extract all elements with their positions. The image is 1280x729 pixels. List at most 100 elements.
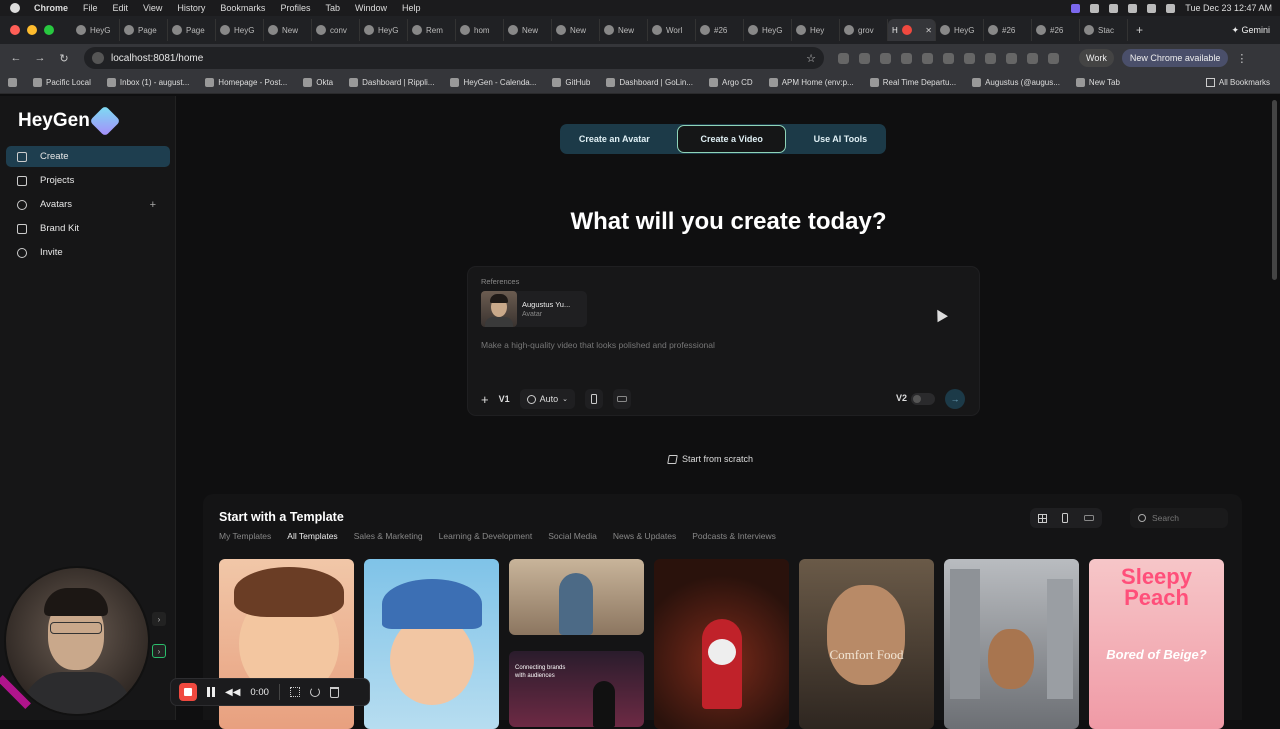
screen-recorder-icon[interactable] <box>1071 3 1081 13</box>
menu-view[interactable]: View <box>143 3 162 13</box>
bookmark-item[interactable]: GitHub <box>552 78 590 87</box>
back-icon[interactable]: ← <box>8 52 24 64</box>
pause-icon[interactable] <box>207 687 215 697</box>
restart-icon[interactable] <box>309 687 320 697</box>
status-icon[interactable] <box>1128 3 1138 13</box>
menu-help[interactable]: Help <box>402 3 421 13</box>
start-from-scratch-button[interactable]: Start from scratch <box>667 454 753 464</box>
menu-profiles[interactable]: Profiles <box>280 3 310 13</box>
menubar-clock[interactable]: Tue Dec 23 12:47 AM <box>1185 3 1272 13</box>
template-card[interactable]: Comfort Food <box>799 559 934 729</box>
bookmark-item[interactable]: Homepage - Post... <box>205 78 287 87</box>
zoom-window-button[interactable] <box>44 25 54 35</box>
sidebar-item-avatars[interactable]: Avatars + <box>6 194 170 215</box>
spotlight-icon[interactable] <box>1166 3 1176 13</box>
browser-tab[interactable]: HeyG <box>360 19 408 41</box>
portrait-aspect-button[interactable] <box>585 389 603 409</box>
browser-tab[interactable]: #26 <box>984 19 1032 41</box>
landscape-aspect-button[interactable] <box>613 389 631 409</box>
bookmark-item[interactable]: Dashboard | Rippli... <box>349 78 434 87</box>
browser-tab[interactable]: Page <box>120 19 168 41</box>
model-version-v1[interactable]: V1 <box>499 394 510 404</box>
browser-tab[interactable]: New <box>504 19 552 41</box>
template-card[interactable] <box>944 559 1079 729</box>
menu-edit[interactable]: Edit <box>113 3 129 13</box>
extension-icon[interactable] <box>859 52 870 64</box>
status-icon[interactable] <box>1109 3 1119 13</box>
tab-ai-tools[interactable]: Use AI Tools <box>804 126 878 152</box>
browser-tab[interactable]: New <box>264 19 312 41</box>
bookmark-item[interactable]: Inbox (1) - august... <box>106 78 189 87</box>
profile-button[interactable]: Work <box>1079 49 1114 67</box>
rewind-icon[interactable]: ◀◀ <box>225 687 240 698</box>
stop-recording-button[interactable] <box>179 683 197 701</box>
extension-icon[interactable] <box>964 52 975 64</box>
browser-tab[interactable]: hom <box>456 19 504 41</box>
browser-tab[interactable]: grov <box>840 19 888 41</box>
close-tab-icon[interactable]: ✕ <box>925 26 932 35</box>
tab-podcasts-interviews[interactable]: Podcasts & Interviews <box>692 531 776 541</box>
browser-tab[interactable]: New <box>600 19 648 41</box>
v2-toggle[interactable] <box>911 393 935 405</box>
add-avatar-button[interactable]: + <box>150 199 156 211</box>
extension-icon[interactable] <box>880 52 891 64</box>
extension-icon[interactable] <box>901 52 912 64</box>
tab-my-templates[interactable]: My Templates <box>219 531 271 541</box>
grid-icon[interactable] <box>1037 513 1047 523</box>
tab-create-video[interactable]: Create a Video <box>677 125 786 153</box>
duration-dropdown[interactable]: Auto ⌄ <box>519 389 575 409</box>
reference-avatar-chip[interactable]: Augustus Yu... Avatar <box>481 291 587 327</box>
extension-icon[interactable] <box>838 52 849 64</box>
browser-tab[interactable]: Hey <box>792 19 840 41</box>
page-scrollbar[interactable] <box>1272 100 1277 280</box>
chevron-right-icon[interactable]: › <box>152 644 166 658</box>
chevron-right-icon[interactable]: › <box>152 612 166 626</box>
browser-tab[interactable]: Page <box>168 19 216 41</box>
extension-icon[interactable] <box>943 52 954 64</box>
bookmark-star-icon[interactable]: ☆ <box>806 52 816 65</box>
browser-tab[interactable]: Rem <box>408 19 456 41</box>
tab-news-updates[interactable]: News & Updates <box>613 531 676 541</box>
grid-icon[interactable] <box>289 687 300 697</box>
reload-icon[interactable]: ↻ <box>56 52 72 65</box>
tab-create-avatar[interactable]: Create an Avatar <box>569 126 660 152</box>
bookmark-item[interactable]: APM Home (env:p... <box>768 78 854 87</box>
add-attachment-button[interactable]: + <box>481 392 489 407</box>
menu-app-name[interactable]: Chrome <box>34 3 68 13</box>
browser-tab[interactable]: #26 <box>1032 19 1080 41</box>
extension-icon[interactable] <box>985 52 996 64</box>
update-chrome-button[interactable]: New Chrome available <box>1121 49 1229 67</box>
menu-history[interactable]: History <box>177 3 205 13</box>
close-window-button[interactable] <box>10 25 20 35</box>
template-search-input[interactable] <box>1152 513 1222 523</box>
sidebar-item-create[interactable]: Create <box>6 146 170 167</box>
bookmark-item[interactable]: HeyGen - Calenda... <box>450 78 536 87</box>
trash-icon[interactable] <box>329 686 339 698</box>
prompt-input[interactable] <box>481 340 961 350</box>
template-card[interactable]: Connecting brands with audiences <box>509 651 644 727</box>
new-tab-button[interactable]: + <box>1136 23 1143 37</box>
forward-icon[interactable]: → <box>32 52 48 64</box>
browser-tab-active[interactable]: H ✕ <box>888 19 936 41</box>
browser-tab[interactable]: New <box>552 19 600 41</box>
wifi-icon[interactable] <box>1147 3 1157 13</box>
chrome-menu-icon[interactable]: ⋮ <box>1236 52 1247 65</box>
tab-learning-development[interactable]: Learning & Development <box>439 531 533 541</box>
apple-icon[interactable] <box>10 3 20 13</box>
browser-tab[interactable]: Stac <box>1080 19 1128 41</box>
menu-bookmarks[interactable]: Bookmarks <box>220 3 265 13</box>
extensions-puzzle-icon[interactable] <box>1027 52 1038 64</box>
bookmark-item[interactable]: Pacific Local <box>33 78 91 87</box>
browser-tab[interactable]: conv <box>312 19 360 41</box>
status-icon[interactable] <box>1090 3 1100 13</box>
all-bookmarks-button[interactable]: All Bookmarks <box>1205 78 1270 87</box>
sidebar-item-brand-kit[interactable]: Brand Kit <box>6 218 170 239</box>
menu-window[interactable]: Window <box>355 3 387 13</box>
template-card[interactable] <box>364 559 499 729</box>
tab-social-media[interactable]: Social Media <box>548 531 597 541</box>
minimize-window-button[interactable] <box>27 25 37 35</box>
tab-all-templates[interactable]: All Templates <box>287 531 337 541</box>
address-bar[interactable]: localhost:8081/home ☆ <box>84 47 824 69</box>
bookmark-item[interactable]: Okta <box>303 78 333 87</box>
landscape-filter-icon[interactable] <box>1084 515 1095 521</box>
